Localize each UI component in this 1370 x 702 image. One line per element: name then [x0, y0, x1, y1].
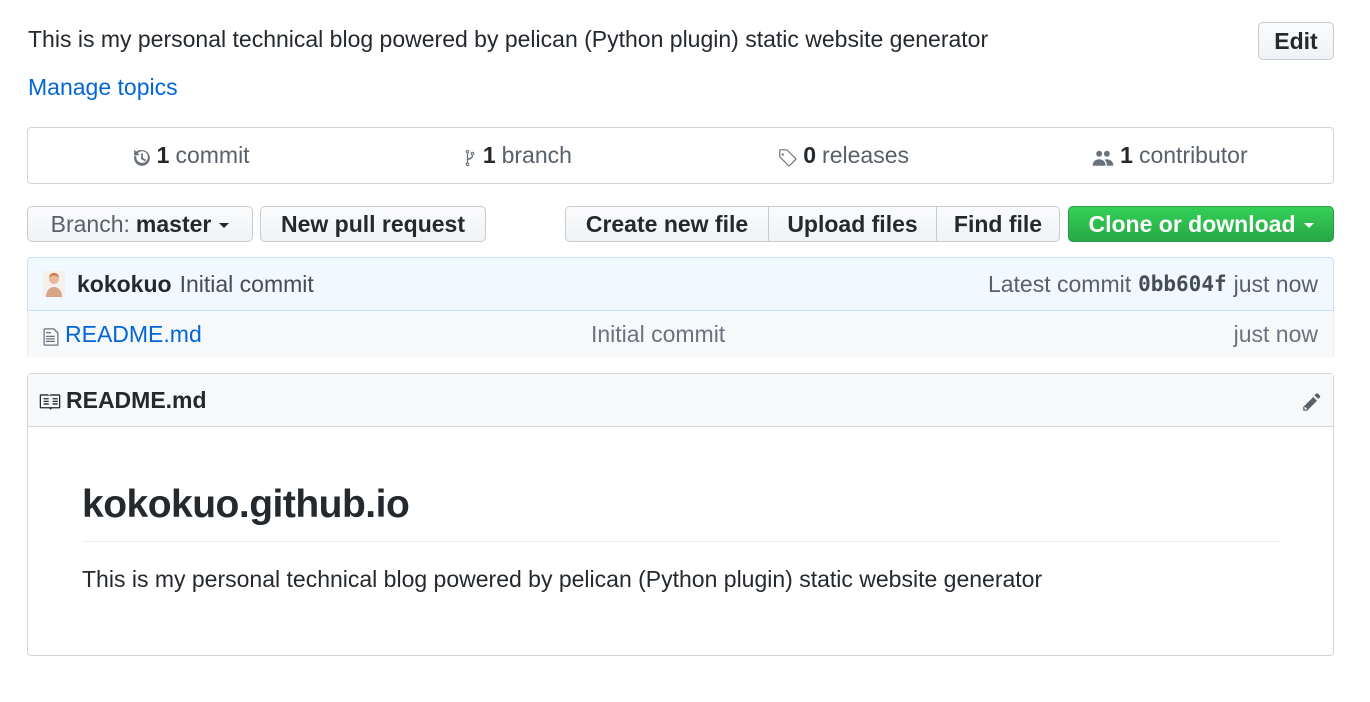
commit-sha[interactable]: 0bb604f [1138, 272, 1227, 296]
manage-topics-link[interactable]: Manage topics [28, 74, 178, 101]
repo-summary: 1 commit 1 branch 0 releases 1 contribut… [27, 127, 1334, 184]
readme-content: kokokuo.github.io This is my personal te… [28, 483, 1333, 593]
dropdown-caret-icon [219, 223, 230, 228]
branch-icon [465, 149, 475, 167]
pencil-icon[interactable] [1302, 392, 1322, 412]
commit-label: commit [175, 142, 250, 168]
book-icon [39, 394, 61, 410]
branch-count: 1 [482, 142, 496, 168]
find-file-button[interactable]: Find file [936, 206, 1060, 242]
commits-summary[interactable]: 1 commit [28, 128, 354, 183]
people-icon [1092, 150, 1114, 166]
file-age: just now [1233, 320, 1318, 347]
create-new-file-button[interactable]: Create new file [565, 206, 769, 242]
edit-description-button[interactable]: Edit [1258, 22, 1334, 60]
readme-header: README.md [28, 374, 1333, 427]
upload-files-button[interactable]: Upload files [768, 206, 937, 242]
branch-name: master [135, 210, 212, 237]
readme-paragraph: This is my personal technical blog power… [82, 566, 1043, 592]
readme-title: kokokuo.github.io [82, 483, 1279, 542]
branch-select-button[interactable]: Branch: master [27, 206, 253, 242]
releases-summary[interactable]: 0 releases [681, 128, 1007, 183]
commit-message[interactable]: Initial commit [180, 271, 314, 298]
dropdown-caret-icon [1303, 223, 1314, 228]
file-icon [43, 328, 59, 346]
file-name-link[interactable]: README.md [65, 321, 591, 348]
repo-description: This is my personal technical blog power… [28, 26, 989, 52]
tag-icon [779, 149, 797, 167]
latest-commit-bar: kokokuo Initial commit Latest commit 0bb… [27, 257, 1334, 311]
branches-summary[interactable]: 1 branch [354, 128, 680, 183]
release-count: 0 [803, 142, 817, 168]
release-label: releases [822, 142, 909, 168]
clone-or-download-button[interactable]: Clone or download [1068, 206, 1334, 242]
contributors-summary[interactable]: 1 contributor [1007, 128, 1333, 183]
branch-label: branch [501, 142, 572, 168]
branch-prefix: Branch: [50, 210, 130, 237]
contributor-count: 1 [1120, 142, 1133, 168]
avatar[interactable] [43, 271, 65, 297]
latest-commit-label: Latest commit [987, 270, 1132, 297]
history-icon [133, 149, 150, 166]
clone-label: Clone or download [1088, 210, 1296, 237]
latest-commit-info: Latest commit 0bb604f just now [988, 271, 1318, 298]
file-row: README.md Initial commit just now [27, 311, 1334, 357]
new-pull-request-button[interactable]: New pull request [260, 206, 486, 242]
file-commit-message[interactable]: Initial commit [591, 321, 725, 348]
commit-count: 1 [156, 142, 170, 168]
readme-filename: README.md [66, 386, 207, 413]
readme-box: README.md kokokuo.github.io This is my p… [27, 373, 1334, 656]
contributor-label: contributor [1138, 142, 1248, 168]
commit-author[interactable]: kokokuo [77, 271, 172, 298]
commit-time: just now [1233, 270, 1318, 297]
